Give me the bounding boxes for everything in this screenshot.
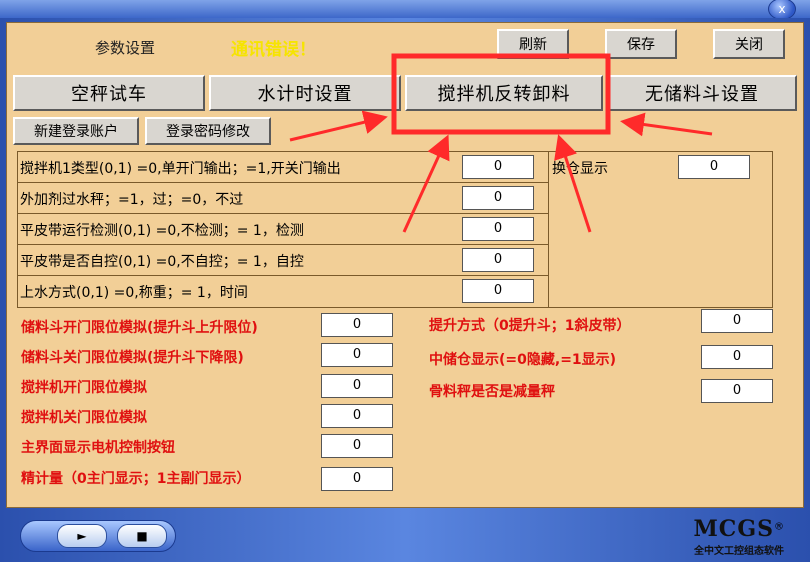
new-account-button[interactable]: 新建登录账户	[13, 117, 139, 145]
grid-row-value[interactable]: 0	[462, 155, 534, 179]
mcgs-logo: MCGS® 全中文工控组态软件	[693, 516, 784, 557]
refresh-button[interactable]: 刷新	[497, 29, 569, 59]
hopper-close-limit-sim-label: 储料斗关门限位模拟(提升斗下降限)	[21, 350, 244, 366]
hopper-open-limit-sim-label: 储料斗开门限位模拟(提升斗上升限位)	[21, 320, 258, 336]
save-button[interactable]: 保存	[605, 29, 677, 59]
window-titlebar: x	[0, 0, 810, 20]
motor-control-buttons-value[interactable]: 0	[321, 434, 393, 458]
parameter-panel: 参数设置 通讯错误！ 刷新 保存 关闭 空秤试车 水计时设置 搅拌机反转卸料 无…	[6, 22, 804, 508]
aggregate-decrement-scale-value[interactable]: 0	[701, 379, 773, 403]
mcgs-subtitle: 全中文工控组态软件	[694, 546, 784, 557]
fine-metering-label: 精计量（0主门显示；1主副门显示）	[21, 471, 251, 487]
mixer-open-limit-sim-value[interactable]: 0	[321, 374, 393, 398]
lift-method-value[interactable]: 0	[701, 309, 773, 333]
page-title: 参数设置	[95, 39, 156, 57]
grid-row-label: 平皮带是否自控(0,1) =0,不自控；= 1，自控	[20, 254, 304, 270]
play-icon[interactable]: ►	[57, 524, 107, 548]
registered-mark: ®	[774, 521, 784, 533]
grid-row-value[interactable]: 0	[462, 279, 534, 303]
bin-switch-display-value[interactable]: 0	[678, 155, 750, 179]
lift-method-label: 提升方式（0提升斗；1斜皮带）	[429, 318, 631, 334]
hopper-open-limit-sim-value[interactable]: 0	[321, 313, 393, 337]
status-bar: ► ■ MCGS® 全中文工控组态软件	[6, 510, 802, 558]
grid-row: 平皮带是否自控(0,1) =0,不自控；= 1，自控 0	[18, 245, 548, 276]
grid-row-value[interactable]: 0	[462, 217, 534, 241]
grid-row-label: 外加剂过水秤；=1，过；=0，不过	[20, 192, 244, 208]
change-password-button[interactable]: 登录密码修改	[145, 117, 271, 145]
grid-row-label: 平皮带运行检测(0,1) =0,不检测；= 1，检测	[20, 223, 304, 239]
close-button[interactable]: 关闭	[713, 29, 785, 59]
mixer-open-limit-sim-label: 搅拌机开门限位模拟	[21, 380, 147, 396]
hopper-close-limit-sim-value[interactable]: 0	[321, 343, 393, 367]
tab-water-timer-settings[interactable]: 水计时设置	[209, 75, 401, 111]
playback-controls: ► ■	[20, 520, 176, 552]
grid-row-value[interactable]: 0	[462, 186, 534, 210]
window-close-icon[interactable]: x	[768, 0, 796, 20]
window-frame: 参数设置 通讯错误！ 刷新 保存 关闭 空秤试车 水计时设置 搅拌机反转卸料 无…	[0, 18, 810, 562]
grid-row: 外加剂过水秤；=1，过；=0，不过 0	[18, 183, 548, 214]
stop-icon[interactable]: ■	[117, 524, 167, 548]
middle-bin-display-value[interactable]: 0	[701, 345, 773, 369]
mixer-close-limit-sim-label: 搅拌机关门限位模拟	[21, 410, 147, 426]
tab-mixer-reverse-discharge[interactable]: 搅拌机反转卸料	[405, 75, 603, 111]
mixer-close-limit-sim-value[interactable]: 0	[321, 404, 393, 428]
grid-divider	[548, 152, 549, 307]
tab-empty-scale-test[interactable]: 空秤试车	[13, 75, 205, 111]
grid-row: 平皮带运行检测(0,1) =0,不检测；= 1，检测 0	[18, 214, 548, 245]
mcgs-brand: MCGS	[693, 516, 774, 542]
motor-control-buttons-label: 主界面显示电机控制按钮	[21, 440, 175, 456]
grid-row-value[interactable]: 0	[462, 248, 534, 272]
comm-error-status: 通讯错误！	[231, 40, 316, 60]
middle-bin-display-label: 中储仓显示(=0隐藏,=1显示)	[429, 352, 617, 368]
grid-row-label: 搅拌机1类型(0,1) =0,单开门输出；=1,开关门输出	[20, 161, 341, 177]
tab-no-storage-hopper-settings[interactable]: 无储料斗设置	[607, 75, 797, 111]
grid-row-label: 上水方式(0,1) =0,称重；= 1，时间	[20, 285, 248, 301]
grid-row: 搅拌机1类型(0,1) =0,单开门输出；=1,开关门输出 0	[18, 152, 548, 183]
fine-metering-value[interactable]: 0	[321, 467, 393, 491]
bin-switch-display-label: 换仓显示	[552, 161, 608, 177]
grid-row: 上水方式(0,1) =0,称重；= 1，时间 0	[18, 276, 548, 306]
aggregate-decrement-scale-label: 骨料秤是否是减量秤	[429, 384, 555, 400]
parameter-grid: 搅拌机1类型(0,1) =0,单开门输出；=1,开关门输出 0 外加剂过水秤；=…	[17, 151, 773, 308]
